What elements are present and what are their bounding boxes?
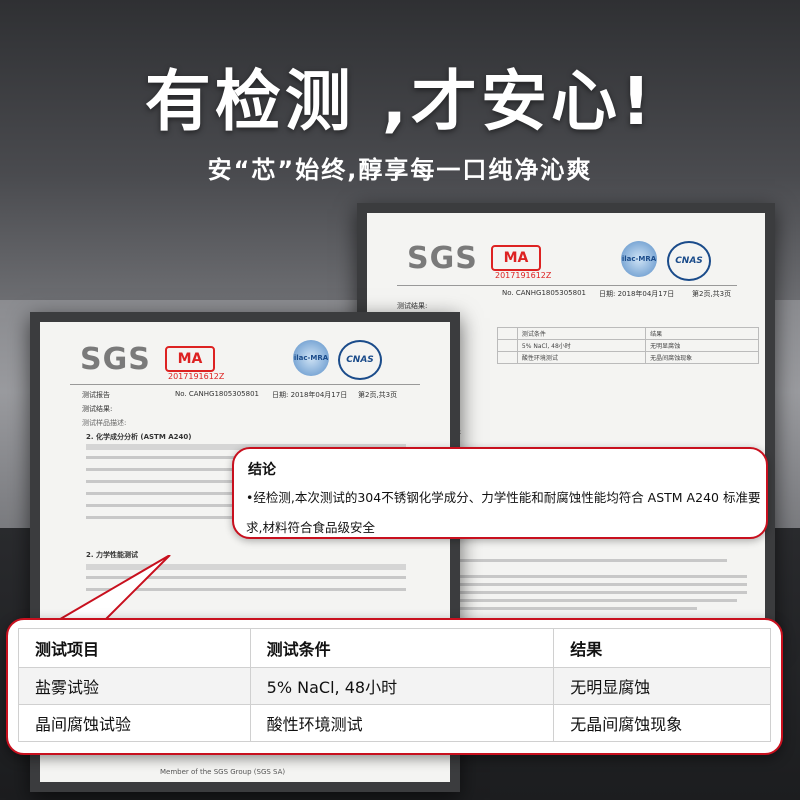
results-label: 测试结果: bbox=[397, 302, 428, 310]
report-title: 测试报告 bbox=[82, 391, 110, 399]
results-panel: 测试项目 测试条件 结果 盐雾试验 5% NaCl, 48小时 无明显腐蚀 晶间… bbox=[6, 618, 783, 755]
report-date: 日期: 2018年04月17日 bbox=[599, 290, 675, 298]
mini-cell bbox=[497, 327, 518, 340]
table-header-row: 测试项目 测试条件 结果 bbox=[18, 628, 771, 668]
mini-cell: 结果 bbox=[645, 327, 759, 340]
cell-test-condition: 5% NaCl, 48小时 bbox=[249, 667, 555, 705]
header-rule bbox=[70, 384, 420, 385]
conclusion-text: •经检测,本次测试的304不锈钢化学成分、力学性能和耐腐蚀性能均符合 ASTM … bbox=[246, 490, 761, 535]
report-page: 第2页,共3页 bbox=[692, 290, 732, 298]
ilac-logo: ilac-MRA bbox=[621, 241, 657, 277]
cell-test-item: 晶间腐蚀试验 bbox=[18, 704, 251, 742]
cell-test-item: 盐雾试验 bbox=[18, 667, 251, 705]
report-page: 第2页,共3页 bbox=[358, 391, 398, 399]
mini-cell: 无明显腐蚀 bbox=[645, 339, 759, 352]
cell-result: 无晶间腐蚀现象 bbox=[553, 704, 771, 742]
cnas-logo: CNAS bbox=[667, 241, 711, 281]
report-date: 日期: 2018年04月17日 bbox=[272, 391, 348, 399]
sgs-logo: SGS bbox=[407, 241, 478, 276]
sgs-logo: SGS bbox=[80, 342, 151, 377]
header-rule bbox=[397, 285, 737, 286]
cma-number: 2017191612Z bbox=[168, 372, 225, 381]
mini-cell: 无晶间腐蚀现象 bbox=[645, 351, 759, 364]
headline: 有检测 ,才安心! bbox=[144, 63, 656, 140]
cell-test-condition: 酸性环境测试 bbox=[249, 704, 555, 742]
results-table: 测试项目 测试条件 结果 盐雾试验 5% NaCl, 48小时 无明显腐蚀 晶间… bbox=[18, 628, 771, 742]
ilac-logo: ilac-MRA bbox=[293, 340, 329, 376]
report-number: No. CANHG1805305801 bbox=[175, 390, 259, 398]
mini-cell: 测试条件 bbox=[516, 327, 647, 340]
header-test-condition: 测试条件 bbox=[249, 628, 555, 668]
results-label: 测试结果: bbox=[82, 405, 113, 413]
callout-pointer bbox=[48, 555, 171, 625]
table-row: 晶间腐蚀试验 酸性环境测试 无晶间腐蚀现象 bbox=[18, 704, 771, 742]
back-mini-table: 测试条件 结果 5% NaCl, 48小时 无明显腐蚀 酸性环境测试 无晶间腐蚀现象 bbox=[497, 327, 759, 364]
mini-cell bbox=[497, 339, 518, 352]
sample-label: 测试样品描述: bbox=[82, 419, 127, 427]
mini-cell: 5% NaCl, 48小时 bbox=[516, 339, 647, 352]
cell-result: 无明显腐蚀 bbox=[553, 667, 771, 705]
section-chemical: 2. 化学成分分析 (ASTM A240) bbox=[86, 433, 192, 441]
report-number: No. CANHG1805305801 bbox=[502, 289, 586, 297]
subline: 安“芯”始终,醇享每一口纯净沁爽 bbox=[207, 156, 593, 184]
conclusion-title: 结论 bbox=[248, 462, 276, 478]
member-line: Member of the SGS Group (SGS SA) bbox=[160, 768, 286, 776]
table-row: 盐雾试验 5% NaCl, 48小时 无明显腐蚀 bbox=[18, 667, 771, 705]
cma-logo: MA bbox=[491, 245, 541, 271]
header-result: 结果 bbox=[553, 628, 771, 668]
conclusion-callout: 结论 •经检测,本次测试的304不锈钢化学成分、力学性能和耐腐蚀性能均符合 AS… bbox=[232, 447, 768, 539]
cma-number: 2017191612Z bbox=[495, 271, 552, 280]
mini-cell bbox=[497, 351, 518, 364]
cma-logo: MA bbox=[165, 346, 215, 372]
cnas-logo: CNAS bbox=[338, 340, 382, 380]
mini-cell: 酸性环境测试 bbox=[516, 351, 647, 364]
header-test-item: 测试项目 bbox=[18, 628, 251, 668]
